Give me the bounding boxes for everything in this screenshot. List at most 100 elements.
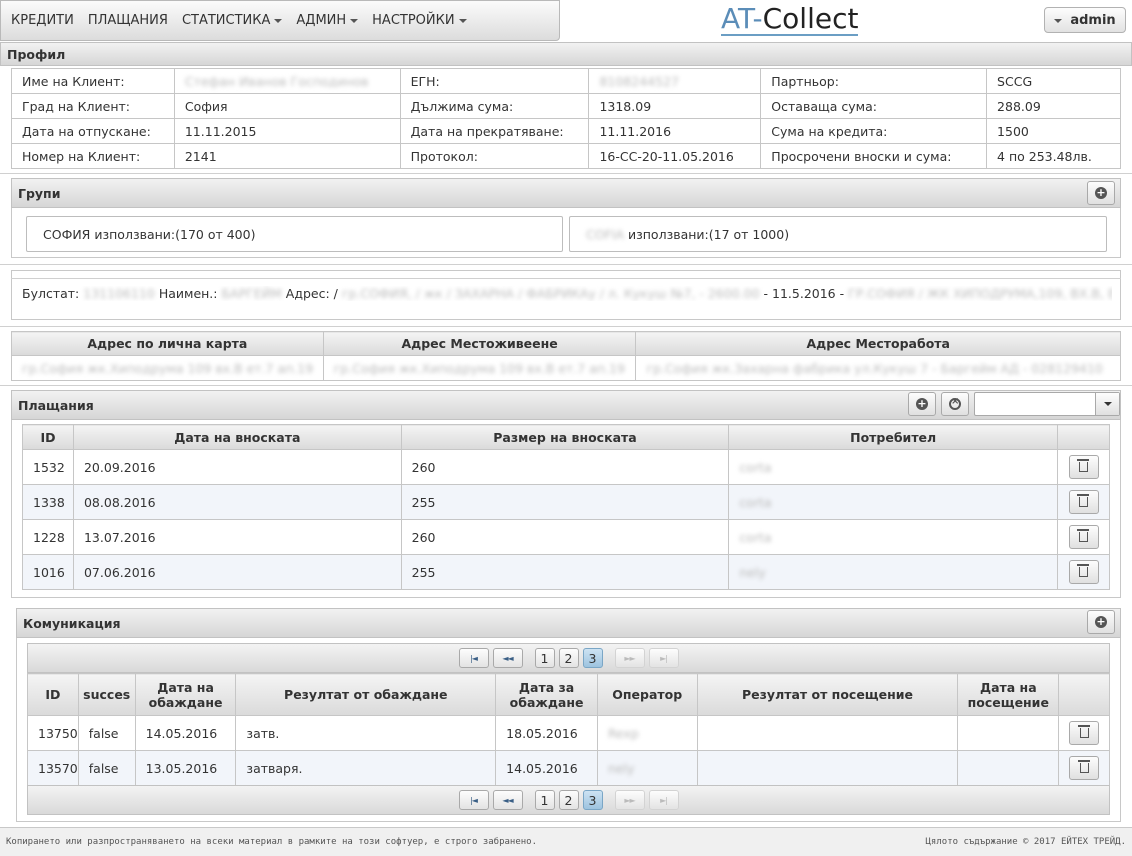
table-cell: 1016	[22, 554, 74, 590]
menu-item-settings[interactable]: НАСТРОЙКИ	[372, 13, 467, 28]
delete-payment-button[interactable]	[1068, 490, 1099, 514]
delete-communication-button[interactable]	[1069, 721, 1100, 745]
table-cell: 18.05.2016	[495, 715, 598, 751]
caret-down-icon	[350, 19, 359, 23]
table-cell: 20.09.2016	[72, 449, 402, 485]
payment-filter-select[interactable]	[974, 392, 1120, 416]
table-cell: 08.08.2016	[72, 484, 402, 520]
pager-page-button[interactable]: 1	[534, 648, 555, 668]
delete-communication-button[interactable]	[1069, 756, 1100, 780]
pager-page-button[interactable]: 2	[558, 648, 579, 668]
table-cell	[696, 715, 959, 751]
menu-item-credits[interactable]: КРЕДИТИ	[11, 13, 74, 28]
table-cell: 13.07.2016	[72, 519, 402, 555]
menu-item-payments[interactable]: ПЛАЩАНИЯ	[88, 13, 168, 28]
pager-page-button[interactable]: 3	[582, 648, 603, 668]
column-header[interactable]: ID	[27, 673, 79, 716]
column-header[interactable]: succes	[77, 673, 136, 716]
column-header[interactable]: Дата на посещение	[957, 673, 1060, 716]
profile-value: 288.09	[986, 93, 1121, 119]
delete-payment-button[interactable]	[1068, 560, 1099, 584]
table-cell	[957, 750, 1060, 786]
pager-first-icon[interactable]: |◄	[458, 790, 489, 810]
table-cell	[957, 715, 1060, 751]
table-cell: false	[77, 750, 136, 786]
delete-payment-button[interactable]	[1068, 455, 1099, 479]
plus-circle-icon: +	[1095, 186, 1107, 199]
column-header[interactable]: Резултат от посещение	[696, 673, 959, 716]
divider	[11, 278, 1121, 279]
table-row[interactable]: 13570 false 13.05.2016 затваря. 14.05.2016 ne…	[27, 750, 1110, 786]
column-header[interactable]: Резултат от обаждане	[235, 673, 497, 716]
dropdown-arrow[interactable]	[1095, 393, 1119, 415]
cancel-payment-button[interactable]	[941, 392, 969, 416]
table-cell: 14.05.2016	[134, 715, 237, 751]
pager-bottom: |◄ ◄◄ 1 2 3 ►► ►|	[27, 785, 1110, 815]
column-header[interactable]: Размер на вноската	[400, 424, 730, 450]
top-bar: КРЕДИТИ ПЛАЩАНИЯ СТАТИСТИКА АДМИН НАСТРО…	[0, 0, 1132, 41]
table-cell: 1338	[22, 484, 74, 520]
profile-value: 11.11.2016	[588, 118, 762, 144]
table-row[interactable]: 1338 08.08.2016 255 corta	[22, 484, 1110, 520]
profile-value: SCCG	[986, 68, 1121, 94]
pager-first-icon[interactable]: |◄	[458, 648, 489, 668]
profile-value: 1318.09	[588, 93, 762, 119]
column-header	[1058, 673, 1110, 716]
table-cell: nely	[728, 554, 1058, 590]
pager-prev-icon[interactable]: ◄◄	[492, 790, 523, 810]
menu-item-statistics[interactable]: СТАТИСТИКА	[182, 13, 283, 28]
app-logo[interactable]: AT-Collect	[721, 4, 859, 36]
row-actions	[1057, 484, 1110, 520]
table-row[interactable]: 1228 13.07.2016 260 corta	[22, 519, 1110, 555]
profile-label: ЕГН:	[399, 68, 590, 94]
table-cell: 13.05.2016	[134, 750, 237, 786]
copyright-owner: Цялото съдържание © 2017 ЕЙТЕХ ТРЕЙД.	[925, 837, 1126, 847]
row-actions	[1057, 519, 1110, 555]
table-cell: corta	[728, 519, 1058, 555]
pager-page-button[interactable]: 3	[582, 790, 603, 810]
table-cell: 1532	[22, 449, 74, 485]
pager-page-button[interactable]: 1	[534, 790, 555, 810]
pager-prev-icon[interactable]: ◄◄	[492, 648, 523, 668]
pager-page-button[interactable]: 2	[558, 790, 579, 810]
table-cell: 07.06.2016	[72, 554, 402, 590]
user-menu-button[interactable]: admin	[1044, 7, 1126, 33]
communication-header: Комуникация	[16, 608, 1121, 638]
payments-table: ID Дата на вноската Размер на вноската П…	[22, 424, 1110, 590]
divider	[0, 326, 1132, 327]
profile-label: Име на Клиент:	[11, 68, 175, 94]
addresses-table: Адрес по лична карта Адрес Местоживеене …	[11, 331, 1121, 381]
profile-value: Стефан Иванов Господинов	[173, 68, 401, 94]
menu-item-admin[interactable]: АДМИН	[296, 13, 359, 28]
add-payment-button[interactable]: +	[908, 392, 936, 416]
delete-payment-button[interactable]	[1068, 525, 1099, 549]
profile-label: Партньор:	[760, 68, 988, 94]
profile-value: 16-СС-20-11.05.2016	[588, 143, 762, 169]
group-item[interactable]: СОFIA използвани:(17 от 1000)	[569, 216, 1107, 252]
column-header[interactable]: Дата на обаждане	[134, 673, 237, 716]
trash-icon	[1077, 564, 1089, 577]
table-row[interactable]: 1016 07.06.2016 255 nely	[22, 554, 1110, 590]
profile-label: Град на Клиент:	[11, 93, 175, 119]
profile-label: Дължима сума:	[399, 93, 590, 119]
profile-value: 11.11.2015	[173, 118, 401, 144]
table-row[interactable]: 13750 false 14.05.2016 затв. 18.05.2016 Rexp	[27, 715, 1110, 751]
add-group-button[interactable]: +	[1087, 181, 1115, 205]
profile-row: Дата на отпускане: 11.11.2015 Дата на прек…	[11, 118, 1121, 144]
column-header[interactable]: Потребител	[728, 424, 1058, 450]
column-header[interactable]: Оператор	[596, 673, 698, 716]
table-cell: 14.05.2016	[495, 750, 598, 786]
column-header[interactable]: ID	[22, 424, 74, 450]
profile-value: 2141	[173, 143, 401, 169]
profile-row: Номер на Клиент: 2141 Протокол: 16-СС-20-11…	[11, 143, 1121, 169]
column-header[interactable]: Дата за обаждане	[495, 673, 598, 716]
employer-info: Булстат: 131106110 Наимен.: БАРГЕЙМ Адре…	[22, 286, 1112, 301]
profile-value: 4 по 253.48лв.	[986, 143, 1121, 169]
add-communication-button[interactable]: +	[1087, 610, 1115, 634]
main-menu: КРЕДИТИ ПЛАЩАНИЯ СТАТИСТИКА АДМИН НАСТРО…	[0, 0, 560, 41]
pager-last-icon: ►|	[648, 790, 679, 810]
table-row[interactable]: 1532 20.09.2016 260 corta	[22, 449, 1110, 485]
group-item[interactable]: СОФИЯ използвани:(170 от 400)	[26, 216, 563, 252]
column-header[interactable]: Дата на вноската	[72, 424, 402, 450]
address-work-header: Адрес Месторабота	[635, 331, 1121, 356]
